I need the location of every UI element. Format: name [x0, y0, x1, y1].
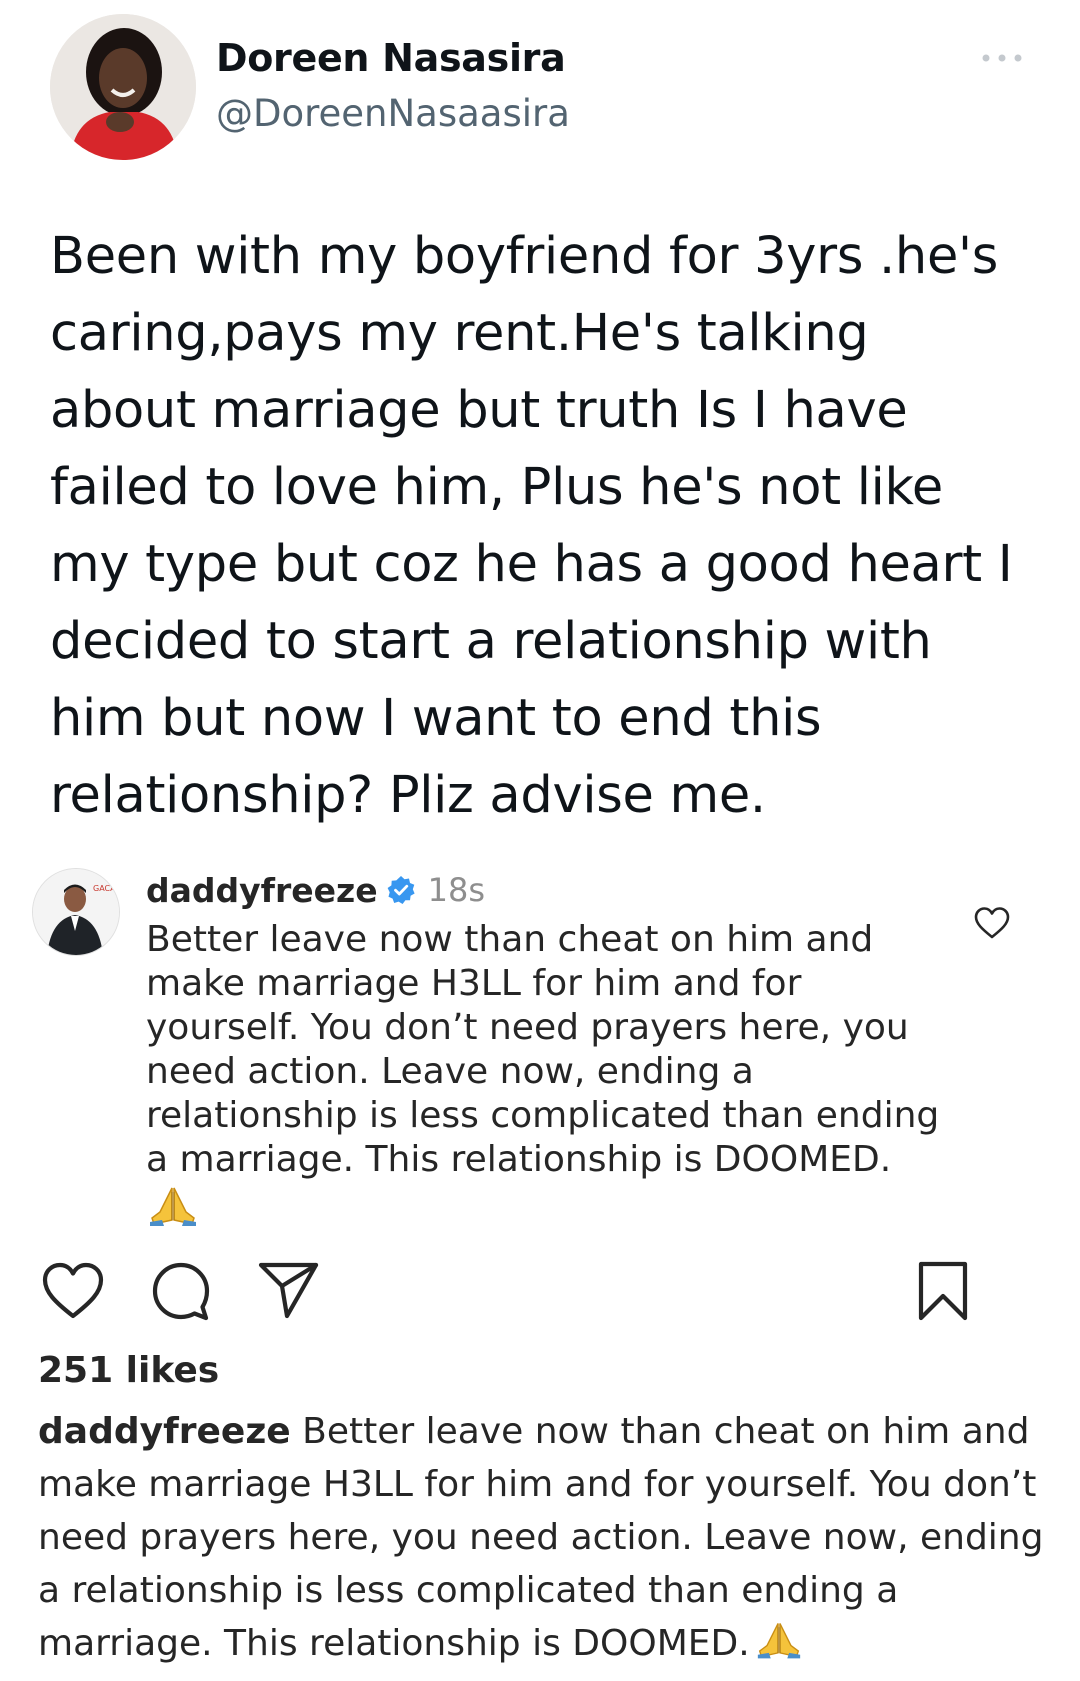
tweet-handle[interactable]: @DoreenNasaasira — [216, 92, 570, 135]
verified-badge-icon — [387, 876, 415, 904]
comment-heart-outline-icon[interactable] — [974, 906, 1010, 940]
comment-meta: daddyfreeze 18s — [146, 866, 485, 914]
comment: GACA daddyfreeze 18s Better leave now th… — [30, 866, 1050, 1246]
comment-bubble-icon[interactable] — [148, 1258, 214, 1324]
comment-text: Better leave now than cheat on him and m… — [146, 919, 940, 1180]
tweet-author-avatar[interactable] — [50, 14, 196, 160]
comment-timestamp: 18s — [427, 871, 486, 909]
tweet-text: Been with my boyfriend for 3yrs .he's ca… — [50, 227, 1013, 825]
caption-username[interactable]: daddyfreeze — [38, 1411, 291, 1452]
post-action-bar — [40, 1258, 1040, 1328]
tweet-display-name[interactable]: Doreen Nasasira — [216, 36, 566, 80]
likes-count[interactable]: 251 likes — [38, 1350, 219, 1391]
post-caption: daddyfreeze Better leave now than cheat … — [38, 1405, 1048, 1670]
avatar-photo-icon: GACA — [33, 869, 119, 955]
more-horizontal-icon[interactable] — [978, 48, 1026, 68]
tweet-header: Doreen Nasasira @DoreenNasaasira — [50, 14, 1040, 162]
avatar-photo-icon — [50, 14, 196, 160]
svg-text:GACA: GACA — [93, 884, 116, 893]
comment-author-avatar[interactable]: GACA — [32, 868, 120, 956]
bookmark-save-icon[interactable] — [910, 1258, 976, 1324]
folded-hands-emoji — [757, 1623, 800, 1659]
paper-plane-share-icon[interactable] — [256, 1258, 322, 1324]
like-heart-outline-icon[interactable] — [40, 1258, 106, 1324]
folded-hands-emoji — [150, 1187, 196, 1226]
comment-username[interactable]: daddyfreeze — [146, 871, 378, 910]
